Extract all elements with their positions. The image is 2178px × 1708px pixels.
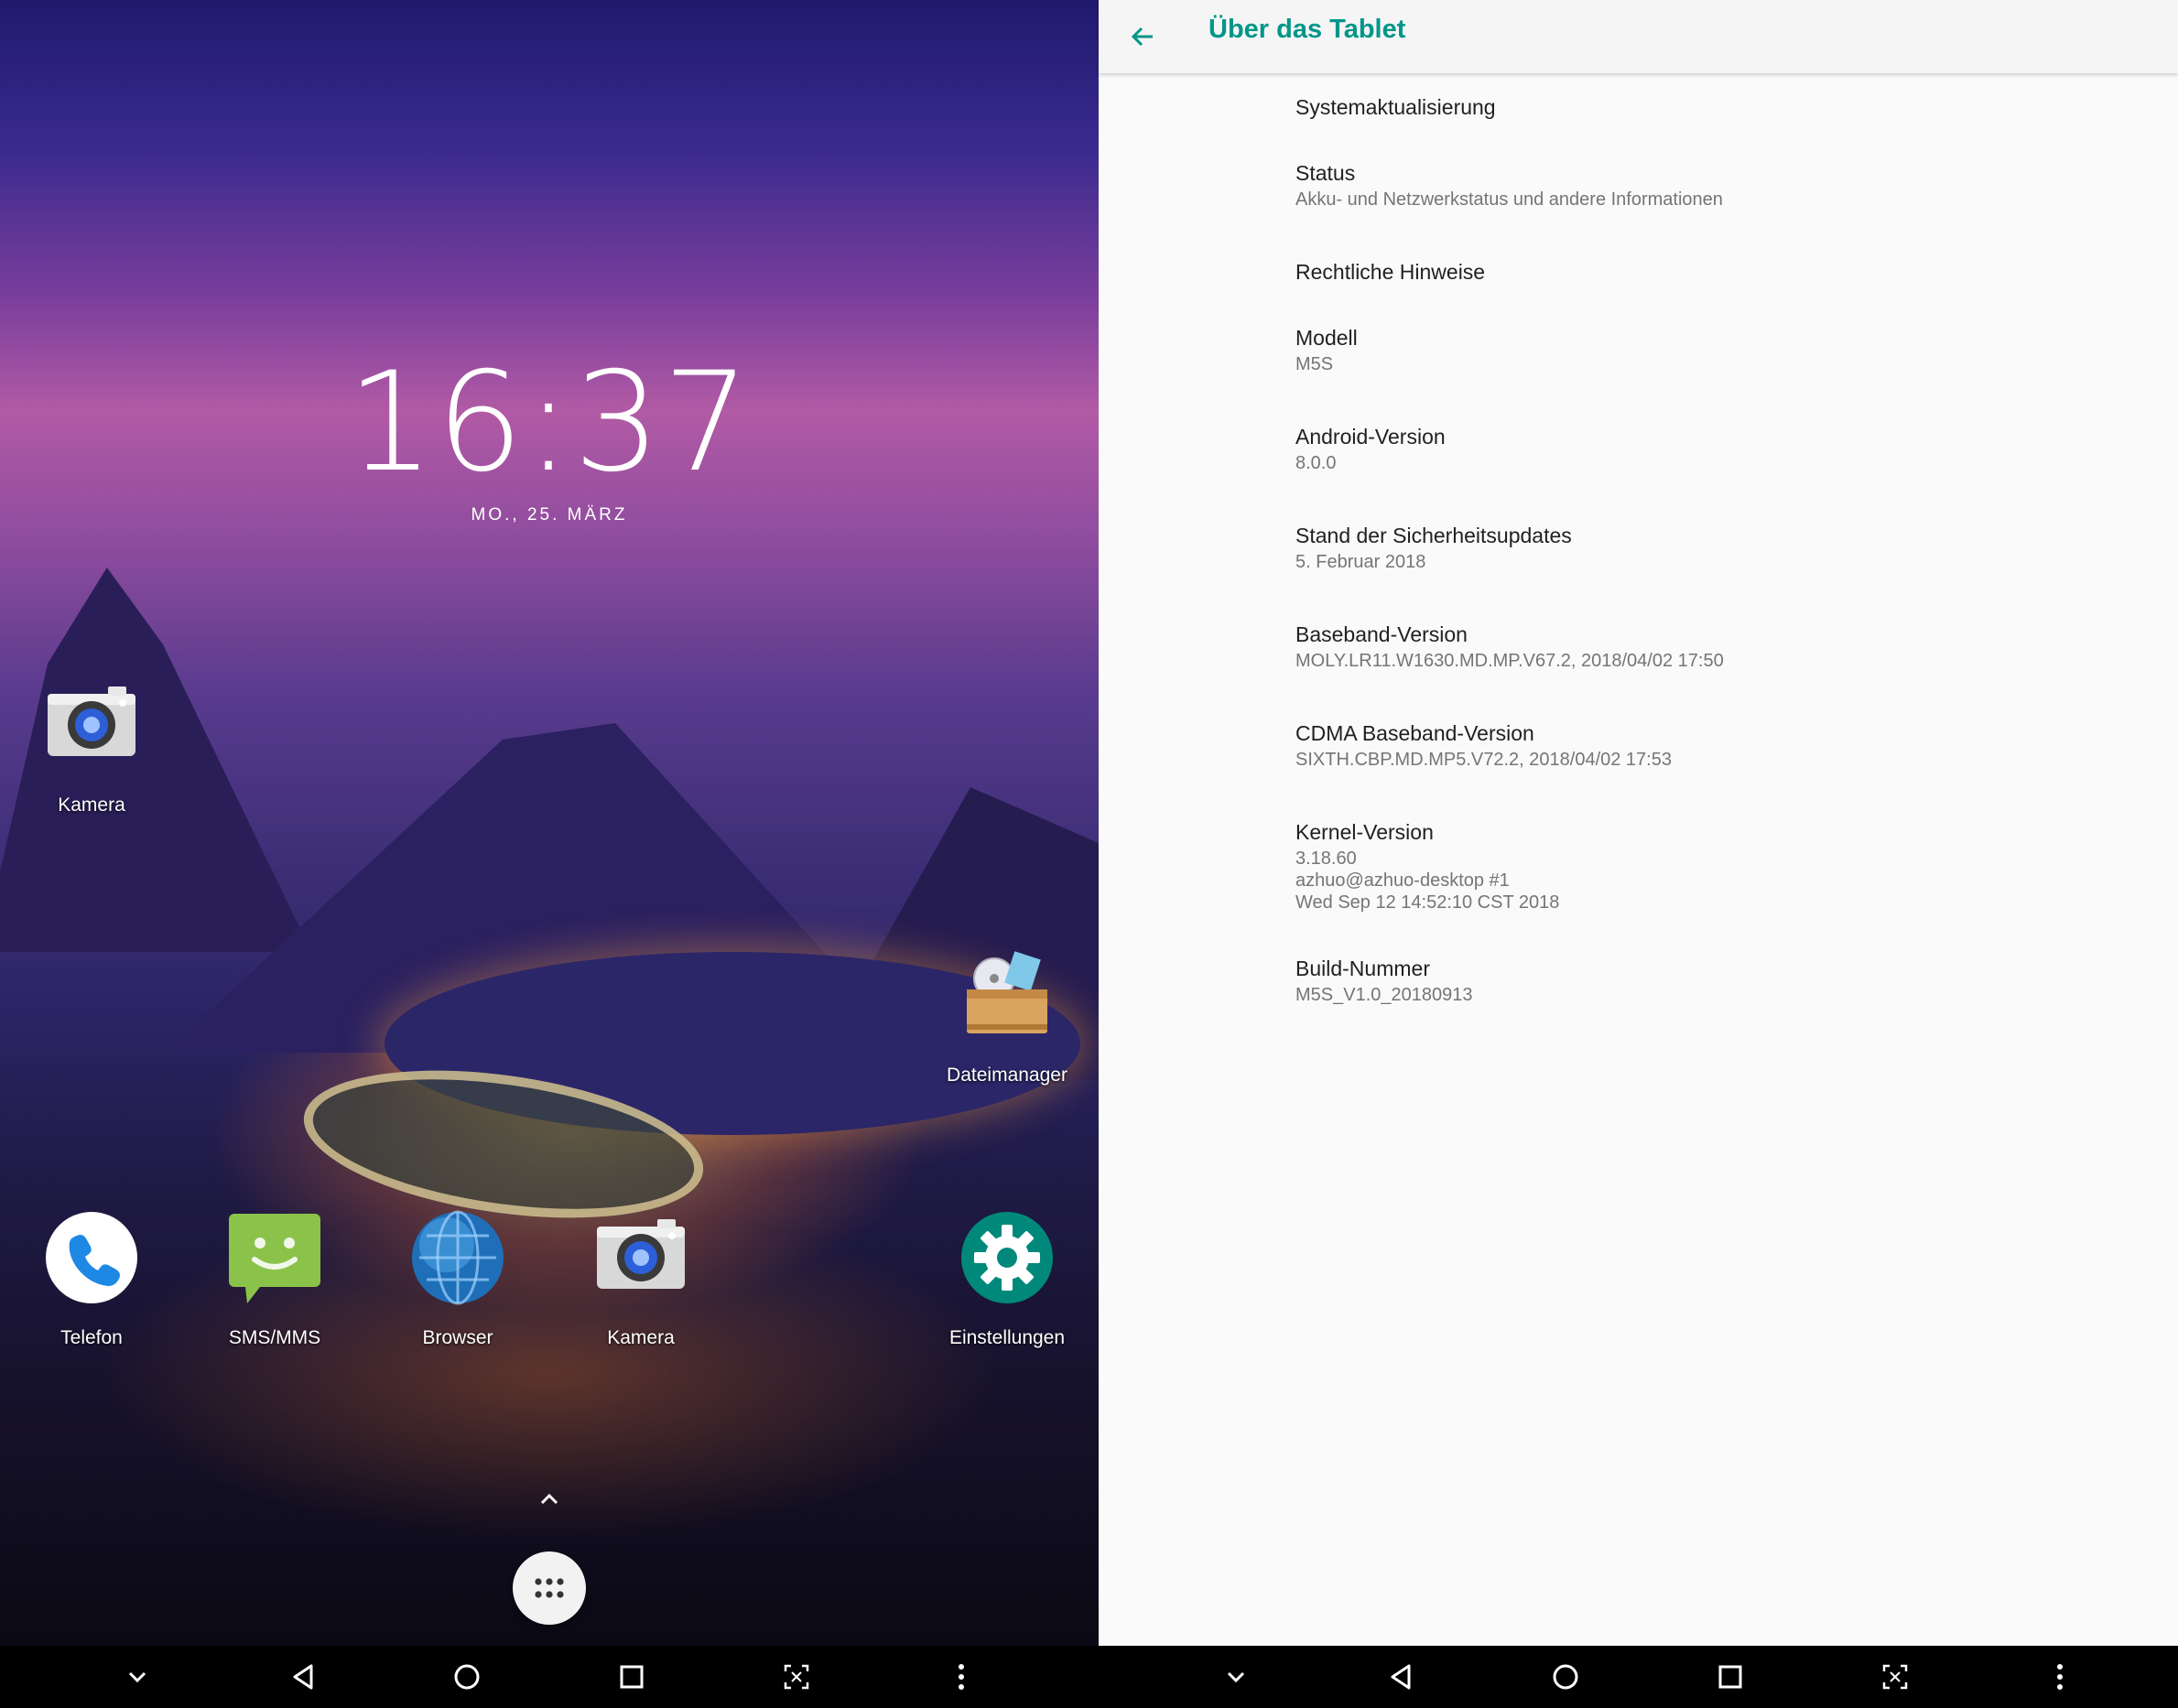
pref-status[interactable]: Status Akku- und Netzwerkstatus und ande… xyxy=(1295,157,2119,211)
settings-gear-icon xyxy=(959,1210,1055,1305)
recents-nav-button[interactable] xyxy=(1707,1653,1754,1701)
pref-system-update[interactable]: Systemaktualisierung xyxy=(1295,92,2119,123)
more-options-button[interactable] xyxy=(937,1653,985,1701)
pref-title: Android-Version xyxy=(1295,425,1446,449)
page-title: Über das Tablet xyxy=(1208,15,1406,44)
file-manager-icon xyxy=(959,947,1055,1043)
home-nav-button[interactable] xyxy=(1542,1653,1589,1701)
pref-summary: Akku- und Netzwerkstatus und andere Info… xyxy=(1295,189,1723,210)
clock-widget[interactable]: 16:37 xyxy=(0,343,1099,503)
camera-icon xyxy=(593,1210,688,1305)
app-label: Dateimanager xyxy=(947,1065,1067,1086)
pref-title: Modell xyxy=(1295,326,1358,350)
browser-globe-icon xyxy=(410,1210,505,1305)
recents-square-icon xyxy=(620,1665,644,1689)
screenshot-icon xyxy=(784,1664,809,1690)
app-label: SMS/MMS xyxy=(228,1327,321,1348)
hide-navbar-button[interactable] xyxy=(114,1653,161,1701)
pref-summary: M5S xyxy=(1295,354,1334,374)
hide-navbar-chevron-icon xyxy=(1227,1671,1245,1683)
pref-title: Rechtliche Hinweise xyxy=(1295,260,1486,284)
pref-summary: MOLY.LR11.W1630.MD.MP.V67.2, 2018/04/02 … xyxy=(1295,651,1724,671)
pref-title: Status xyxy=(1295,161,1356,185)
pref-title: CDMA Baseband-Version xyxy=(1295,721,1534,745)
app-label: Telefon xyxy=(60,1327,123,1348)
sms-icon xyxy=(227,1210,322,1305)
pref-kernel-version[interactable]: Kernel-Version 3.18.60 azhuo@azhuo-deskt… xyxy=(1295,816,2119,913)
date-widget[interactable]: MO., 25. MÄRZ xyxy=(0,505,1099,525)
back-nav-button[interactable] xyxy=(280,1653,328,1701)
pref-summary: SIXTH.CBP.MD.MP5.V72.2, 2018/04/02 17:53 xyxy=(1295,750,1672,770)
pref-cdma-baseband-version[interactable]: CDMA Baseband-Version SIXTH.CBP.MD.MP5.V… xyxy=(1295,718,2119,771)
pref-title: Baseband-Version xyxy=(1295,622,1468,646)
hide-navbar-chevron-icon xyxy=(128,1671,146,1683)
app-drawer-chevron-up-icon[interactable] xyxy=(531,1485,568,1512)
pref-summary: M5S_V1.0_20180913 xyxy=(1295,985,1473,1005)
back-nav-button[interactable] xyxy=(1378,1653,1425,1701)
home-screen: 16:37 MO., 25. MÄRZ Kamera Dateimanager … xyxy=(0,0,1099,1646)
more-vert-icon xyxy=(2057,1664,2063,1690)
pref-legal-info[interactable]: Rechtliche Hinweise xyxy=(1295,256,2119,287)
pref-build-number[interactable]: Build-Nummer M5S_V1.0_20180913 xyxy=(1295,953,2119,1006)
screenshot-icon xyxy=(1882,1664,1908,1690)
pref-title: Stand der Sicherheitsupdates xyxy=(1295,524,1572,547)
app-label: Einstellungen xyxy=(948,1327,1066,1348)
pref-baseband-version[interactable]: Baseband-Version MOLY.LR11.W1630.MD.MP.V… xyxy=(1295,619,2119,672)
navigation-bar xyxy=(0,1646,2178,1708)
back-triangle-icon xyxy=(293,1664,313,1690)
back-triangle-icon xyxy=(1391,1664,1411,1690)
recents-square-icon xyxy=(1718,1665,1742,1689)
pref-summary: 5. Februar 2018 xyxy=(1295,552,1426,572)
pref-model[interactable]: Modell M5S xyxy=(1295,322,2119,375)
arrow-back-icon xyxy=(1131,27,1153,47)
more-options-button[interactable] xyxy=(2036,1653,2084,1701)
screenshot-nav-button[interactable] xyxy=(773,1653,820,1701)
app-label: Browser xyxy=(422,1327,493,1348)
pref-title: Systemaktualisierung xyxy=(1295,95,1496,119)
app-drawer-button[interactable] xyxy=(513,1551,586,1625)
settings-about-tablet: Über das Tablet Systemaktualisierung Sta… xyxy=(1099,0,2178,1646)
back-button[interactable] xyxy=(1119,13,1166,60)
app-label: Kamera xyxy=(607,1327,675,1348)
home-circle-icon xyxy=(454,1664,480,1690)
pref-summary: 8.0.0 xyxy=(1295,453,1337,473)
app-label: Kamera xyxy=(58,795,125,816)
pref-summary: 3.18.60 azhuo@azhuo-desktop #1 Wed Sep 1… xyxy=(1295,849,1560,913)
more-vert-icon xyxy=(959,1664,964,1690)
pref-title: Build-Nummer xyxy=(1295,957,1430,980)
screenshot-nav-button[interactable] xyxy=(1871,1653,1919,1701)
home-nav-button[interactable] xyxy=(443,1653,491,1701)
app-bar: Über das Tablet xyxy=(1099,0,2178,73)
pref-android-version[interactable]: Android-Version 8.0.0 xyxy=(1295,421,2119,474)
camera-icon xyxy=(44,677,139,773)
recents-nav-button[interactable] xyxy=(608,1653,656,1701)
app-grid-icon xyxy=(535,1578,564,1598)
hide-navbar-button[interactable] xyxy=(1212,1653,1260,1701)
pref-title: Kernel-Version xyxy=(1295,820,1434,844)
home-circle-icon xyxy=(1553,1664,1578,1690)
pref-security-patch[interactable]: Stand der Sicherheitsupdates 5. Februar … xyxy=(1295,520,2119,573)
phone-icon xyxy=(44,1210,139,1305)
